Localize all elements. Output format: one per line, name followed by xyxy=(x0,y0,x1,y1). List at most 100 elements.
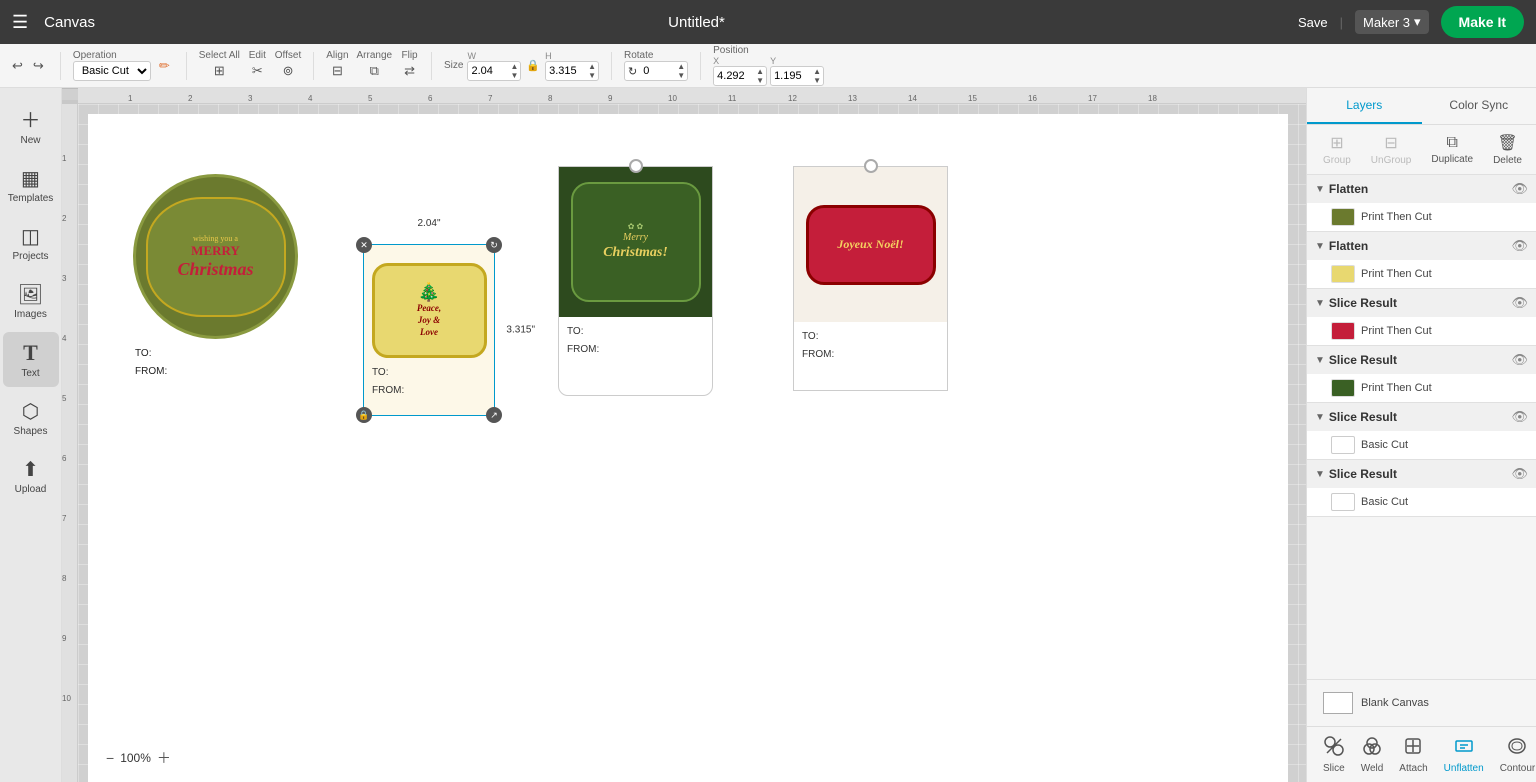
make-it-button[interactable]: Make It xyxy=(1441,6,1524,38)
close-handle[interactable]: ✕ xyxy=(356,237,372,253)
main-area: ＋ New ▦ Templates ◫ Projects 🖼 Images T … xyxy=(0,88,1536,782)
joyeux-inner: Joyeux Noël! xyxy=(806,205,936,285)
resize-handle[interactable]: ↗ xyxy=(486,407,502,423)
ungroup-button[interactable]: ⊟ UnGroup xyxy=(1363,129,1420,170)
layer-item-ptc2[interactable]: Print Then Cut xyxy=(1307,260,1536,288)
gift-tag-4[interactable]: Joyeux Noël! TO: FROM: xyxy=(793,159,948,391)
width-up[interactable]: ▲ xyxy=(508,62,520,71)
panel-actions: Blank Canvas xyxy=(1307,679,1536,726)
canvas-content[interactable]: wishing you a MERRY Christmas TO: FROM: … xyxy=(78,104,1306,782)
undo-button[interactable]: ↩ xyxy=(8,56,27,76)
select-all-button[interactable]: ⊞ xyxy=(210,61,229,81)
layer-item-ptc1[interactable]: Print Then Cut xyxy=(1307,203,1536,231)
visibility-toggle-slice3[interactable]: 👁 xyxy=(1511,409,1528,425)
attach-tool[interactable]: Attach xyxy=(1391,732,1435,778)
lock-handle[interactable]: 🔒 xyxy=(356,407,372,423)
flip-button[interactable]: ⇄ xyxy=(400,61,419,81)
sidebar-item-new[interactable]: ＋ New xyxy=(3,96,59,154)
sidebar-item-projects[interactable]: ◫ Projects xyxy=(3,216,59,270)
weld-tool[interactable]: Weld xyxy=(1353,732,1392,778)
pos-y-down[interactable]: ▼ xyxy=(811,76,823,85)
layer-section-slice1-header[interactable]: ▼ Slice Result 👁 xyxy=(1307,289,1536,317)
sidebar-item-images[interactable]: 🖼 Images xyxy=(3,274,59,328)
sidebar-item-templates[interactable]: ▦ Templates xyxy=(3,158,59,212)
section-flatten2-title: Flatten xyxy=(1329,239,1508,253)
align-label: Align xyxy=(326,50,348,61)
canvas-area[interactable]: 1 2 3 4 5 6 7 8 9 10 11 12 13 14 15 16 1… xyxy=(62,88,1306,782)
tag-2-label: TO: FROM: xyxy=(364,358,412,406)
tag-4-hole xyxy=(864,159,878,173)
tag-4-body: Joyeux Noël! TO: FROM: xyxy=(793,166,948,391)
edit-button[interactable]: ✂ xyxy=(248,61,267,81)
sidebar-item-upload-label: Upload xyxy=(15,484,47,495)
layer-item-bc2[interactable]: Basic Cut xyxy=(1307,488,1536,516)
group-button[interactable]: ⊞ Group xyxy=(1315,129,1359,170)
visibility-toggle-flatten1[interactable]: 👁 xyxy=(1511,181,1528,197)
width-down[interactable]: ▼ xyxy=(508,71,520,80)
main-toolbar: ↩ ↪ Operation Basic Cut ✏ Select All ⊞ E… xyxy=(0,44,1536,88)
zoom-out-button[interactable]: − xyxy=(106,750,114,766)
section-slice4-title: Slice Result xyxy=(1329,467,1508,481)
height-up[interactable]: ▲ xyxy=(586,62,598,71)
unflatten-tool[interactable]: Unflatten xyxy=(1436,732,1492,778)
blank-canvas-label: Blank Canvas xyxy=(1361,697,1429,709)
edit-pen-button[interactable]: ✏ xyxy=(155,56,174,76)
tab-layers[interactable]: Layers xyxy=(1307,88,1422,124)
pos-y-label: Y xyxy=(770,56,824,66)
layer-section-slice3-header[interactable]: ▼ Slice Result 👁 xyxy=(1307,403,1536,431)
sidebar-item-shapes[interactable]: ⬡ Shapes xyxy=(3,391,59,445)
layer-item-ptc4[interactable]: Print Then Cut xyxy=(1307,374,1536,402)
height-down[interactable]: ▼ xyxy=(586,71,598,80)
width-input[interactable] xyxy=(468,63,508,79)
chevron-down-icon: ▾ xyxy=(1414,14,1421,30)
maker-selector[interactable]: Maker 3 ▾ xyxy=(1355,10,1429,34)
visibility-toggle-slice4[interactable]: 👁 xyxy=(1511,466,1528,482)
contour-tool[interactable]: Contour xyxy=(1492,732,1536,778)
save-button[interactable]: Save xyxy=(1298,15,1328,30)
zoom-in-button[interactable]: ＋ xyxy=(157,748,171,768)
layer-item-ptc3[interactable]: Print Then Cut xyxy=(1307,317,1536,345)
layer-item-bc1[interactable]: Basic Cut xyxy=(1307,431,1536,459)
sidebar-item-upload[interactable]: ⬆ Upload xyxy=(3,449,59,503)
tag-3-body: ✿ ✿ MerryChristmas! TO: FROM: xyxy=(558,166,713,396)
tab-colorsync[interactable]: Color Sync xyxy=(1422,88,1536,124)
visibility-toggle-slice2[interactable]: 👁 xyxy=(1511,352,1528,368)
delete-button[interactable]: 🗑 Delete xyxy=(1485,129,1530,170)
visibility-toggle-slice1[interactable]: 👁 xyxy=(1511,295,1528,311)
hamburger-menu[interactable]: ☰ xyxy=(12,12,28,33)
redo-button[interactable]: ↪ xyxy=(29,56,48,76)
visibility-toggle-flatten2[interactable]: 👁 xyxy=(1511,238,1528,254)
operation-select[interactable]: Basic Cut xyxy=(73,61,151,81)
gift-tag-3[interactable]: ✿ ✿ MerryChristmas! TO: FROM: xyxy=(558,159,713,396)
pos-y-up[interactable]: ▲ xyxy=(811,67,823,76)
align-button[interactable]: ⊟ xyxy=(328,61,347,81)
pos-x-up[interactable]: ▲ xyxy=(754,67,766,76)
gift-tag-1[interactable]: wishing you a MERRY Christmas TO: FROM: xyxy=(133,174,298,387)
duplicate-label: Duplicate xyxy=(1431,154,1473,165)
pos-x-input[interactable] xyxy=(714,68,754,84)
height-input[interactable] xyxy=(546,63,586,79)
rotate-input[interactable] xyxy=(640,63,675,79)
arrange-button[interactable]: ⧉ xyxy=(366,61,383,81)
arrange-group: Arrange ⧉ xyxy=(357,50,393,81)
layer-section-flatten2-header[interactable]: ▼ Flatten 👁 xyxy=(1307,232,1536,260)
slice-tool[interactable]: Slice xyxy=(1315,732,1353,778)
rotate-up[interactable]: ▲ xyxy=(675,62,687,71)
pos-x-down[interactable]: ▼ xyxy=(754,76,766,85)
layer-label-ptc3: Print Then Cut xyxy=(1361,325,1528,337)
rotate-down[interactable]: ▼ xyxy=(675,71,687,80)
layer-section-slice2-header[interactable]: ▼ Slice Result 👁 xyxy=(1307,346,1536,374)
offset-button[interactable]: ⊚ xyxy=(279,61,298,81)
chevron-down-icon: ▼ xyxy=(1315,184,1325,195)
duplicate-button[interactable]: ⧉ Duplicate xyxy=(1423,130,1481,169)
layer-section-slice4-header[interactable]: ▼ Slice Result 👁 xyxy=(1307,460,1536,488)
gift-tag-2-selected[interactable]: 2.04" 3.315" ✕ ↻ 🔒 ↗ 🎄 xyxy=(363,244,495,416)
rotate-handle[interactable]: ↻ xyxy=(486,237,502,253)
panel-top-actions: ⊞ Group ⊟ UnGroup ⧉ Duplicate 🗑 Delete xyxy=(1307,125,1536,175)
layer-label-ptc2: Print Then Cut xyxy=(1361,268,1528,280)
layer-section-flatten1-header[interactable]: ▼ Flatten 👁 xyxy=(1307,175,1536,203)
sidebar-item-text[interactable]: T Text xyxy=(3,332,59,387)
section-slice3-title: Slice Result xyxy=(1329,410,1508,424)
pos-y-input[interactable] xyxy=(771,68,811,84)
blank-canvas-thumb xyxy=(1323,692,1353,714)
